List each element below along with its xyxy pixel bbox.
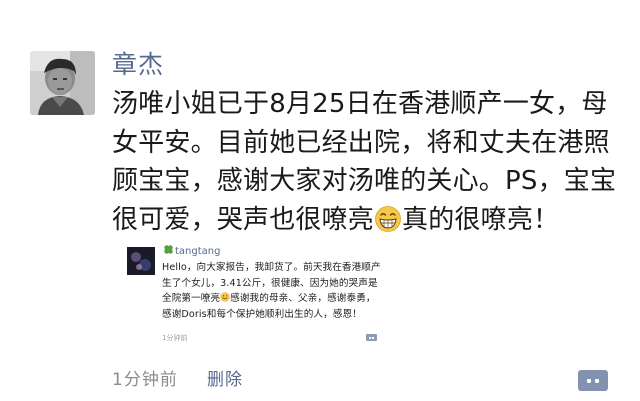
author-name[interactable]: 章杰	[112, 48, 164, 82]
embedded-author: tangtang	[163, 244, 220, 258]
comment-dot-right	[595, 379, 599, 383]
comment-icon[interactable]	[578, 370, 608, 391]
delete-button[interactable]: 删除	[207, 369, 243, 391]
author-avatar[interactable]	[30, 51, 95, 115]
moments-post: 章杰 汤唯小姐已于8月25日在香港顺产一女，母女平安。目前她已经出院，将和丈夫在…	[0, 0, 640, 401]
avatar-photo	[30, 51, 95, 115]
post-time: 1分钟前	[112, 370, 178, 390]
smile-icon	[220, 292, 230, 302]
comment-dot-left	[587, 379, 591, 383]
embedded-post-image[interactable]: tangtang Hello，向大家报告，我卸货了。前天我在香港顺产生了个女儿，…	[115, 239, 381, 349]
post-text-part2: 真的很嘹亮！	[402, 204, 560, 235]
embedded-avatar-photo	[127, 247, 155, 275]
embedded-post-text: Hello，向大家报告，我卸货了。前天我在香港顺产生了个女儿，3.41公斤，很健…	[162, 260, 384, 322]
clover-icon	[164, 245, 173, 254]
post-text: 汤唯小姐已于8月25日在香港顺产一女，母女平安。目前她已经出院，将和丈夫在港照顾…	[112, 85, 622, 239]
grinning-face-icon	[375, 205, 401, 232]
embedded-author-avatar	[127, 247, 155, 275]
embedded-author-name: tangtang	[175, 246, 221, 257]
embedded-comment-icon	[366, 334, 377, 341]
embedded-post-time: 1分钟前	[162, 334, 188, 342]
